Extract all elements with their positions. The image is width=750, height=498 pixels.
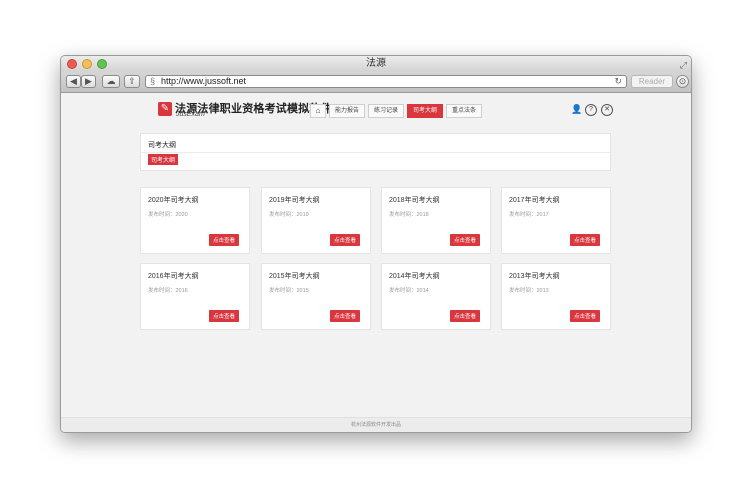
icloud-tabs-button[interactable]: ☁ [102, 75, 120, 88]
view-button[interactable]: 点击查看 [208, 310, 239, 322]
card-date: 发布时间：2018 [389, 212, 429, 218]
minimize-window-button[interactable] [82, 59, 92, 69]
title-bar: 法源 ⤢ [61, 56, 691, 72]
view-button[interactable]: 点击查看 [449, 234, 480, 246]
divider [141, 152, 610, 153]
close-window-button[interactable] [67, 59, 77, 69]
card-date: 发布时间：2016 [148, 288, 188, 294]
site-icon: § [150, 76, 156, 86]
outline-card: 2018年司考大纲 发布时间：2018 点击查看 [381, 187, 491, 254]
outline-card: 2013年司考大纲 发布时间：2013 点击查看 [501, 263, 611, 330]
outline-card: 2015年司考大纲 发布时间：2015 点击查看 [261, 263, 371, 330]
fullscreen-icon[interactable]: ⤢ [680, 57, 687, 73]
card-date: 发布时间：2015 [269, 288, 309, 294]
outline-card: 2020年司考大纲 发布时间：2020 点击查看 [140, 187, 250, 254]
section-panel: 司考大纲 司考大纲 [140, 133, 611, 171]
address-bar[interactable]: § http://www.jussoft.net ↻ [145, 75, 627, 88]
user-icon[interactable]: 👤 [571, 104, 582, 114]
outline-card: 2017年司考大纲 发布时间：2017 点击查看 [501, 187, 611, 254]
app-header: ✎ 法源法律职业资格考试模拟软件 JusExam ⌂ 能力报告 练习记录 司考大… [158, 97, 613, 121]
cloud-icon: ☁ [106, 76, 116, 86]
card-title: 2019年司考大纲 [269, 197, 320, 204]
home-icon[interactable]: ⌂ [310, 104, 326, 118]
card-title: 2013年司考大纲 [509, 273, 560, 280]
reader-button[interactable]: Reader [631, 75, 673, 88]
app-subtitle: JusExam [176, 111, 205, 118]
share-icon: ⇪ [128, 76, 136, 86]
card-title: 2014年司考大纲 [389, 273, 440, 280]
nav-exam-outline[interactable]: 司考大纲 [407, 104, 444, 118]
main-nav: ⌂ 能力报告 练习记录 司考大纲 重点法条 [310, 104, 483, 118]
page-content: ✎ 法源法律职业资格考试模拟软件 JusExam ⌂ 能力报告 练习记录 司考大… [61, 93, 691, 432]
url-text[interactable]: http://www.jussoft.net [161, 76, 246, 87]
logo-pen-icon: ✎ [158, 102, 172, 116]
outline-card: 2016年司考大纲 发布时间：2016 点击查看 [140, 263, 250, 330]
footer: 杭州法源软件开发出品 [61, 417, 691, 432]
card-date: 发布时间：2014 [389, 288, 429, 294]
header-icons: 👤 ? ✕ [571, 104, 613, 116]
card-date: 发布时间：2013 [509, 288, 549, 294]
view-button[interactable]: 点击查看 [208, 234, 239, 246]
view-button[interactable]: 点击查看 [329, 310, 360, 322]
card-title: 2017年司考大纲 [509, 197, 560, 204]
card-title: 2018年司考大纲 [389, 197, 440, 204]
card-title: 2016年司考大纲 [148, 273, 199, 280]
nav-key-statutes[interactable]: 重点法条 [446, 104, 483, 118]
forward-icon: ▶ [85, 76, 92, 86]
window-controls [67, 59, 107, 69]
outline-card: 2019年司考大纲 发布时间：2019 点击查看 [261, 187, 371, 254]
view-button[interactable]: 点击查看 [329, 234, 360, 246]
help-icon[interactable]: ? [585, 104, 597, 116]
zoom-window-button[interactable] [97, 59, 107, 69]
card-date: 发布时间：2017 [509, 212, 549, 218]
card-title: 2020年司考大纲 [148, 197, 199, 204]
view-button[interactable]: 点击查看 [569, 234, 600, 246]
back-icon: ◀ [70, 76, 77, 86]
nav-ability-report[interactable]: 能力报告 [329, 104, 366, 118]
view-button[interactable]: 点击查看 [449, 310, 480, 322]
back-button[interactable]: ◀ [66, 75, 81, 88]
browser-toolbar: ◀ ▶ ☁ ⇪ § http://www.jussoft.net ↻ Reade… [61, 72, 691, 93]
forward-button[interactable]: ▶ [81, 75, 96, 88]
downloads-button[interactable]: ⊙ [676, 75, 689, 88]
close-icon[interactable]: ✕ [601, 104, 613, 116]
card-date: 发布时间：2019 [269, 212, 309, 218]
nav-practice-record[interactable]: 练习记录 [368, 104, 405, 118]
window-title: 法源 [366, 58, 386, 69]
outline-card: 2014年司考大纲 发布时间：2014 点击查看 [381, 263, 491, 330]
download-icon: ⊙ [678, 76, 687, 86]
browser-window: 法源 ⤢ ◀ ▶ ☁ ⇪ § http://www.jussoft.net ↻ … [60, 55, 692, 433]
card-date: 发布时间：2020 [148, 212, 188, 218]
section-title: 司考大纲 [148, 142, 176, 149]
section-tag[interactable]: 司考大纲 [148, 154, 179, 165]
share-button[interactable]: ⇪ [124, 75, 140, 88]
footer-text: 杭州法源软件开发出品 [350, 422, 401, 428]
view-button[interactable]: 点击查看 [569, 310, 600, 322]
reload-icon[interactable]: ↻ [614, 76, 622, 87]
card-title: 2015年司考大纲 [269, 273, 320, 280]
